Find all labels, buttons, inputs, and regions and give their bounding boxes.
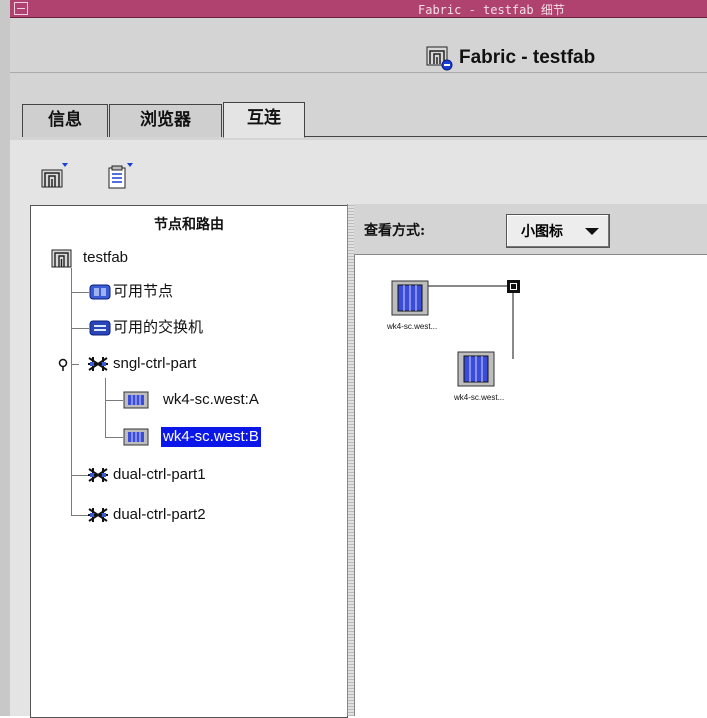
tree-item-sngl-ctrl-part[interactable]: sngl-ctrl-part: [57, 352, 307, 376]
title-bar[interactable]: Fabric - testfab 细节: [10, 0, 707, 18]
window-menu-icon[interactable]: [14, 2, 28, 15]
graph-switch[interactable]: [507, 280, 520, 293]
node-icon: [457, 351, 495, 387]
graph-node-wk4-sc-west-a[interactable]: wk4-sc.west...: [387, 280, 461, 335]
tree-line: [71, 328, 89, 329]
tree-item-label: sngl-ctrl-part: [113, 355, 197, 372]
tree-item-label: dual-ctrl-part2: [113, 506, 206, 523]
tree-panel[interactable]: 节点和路由 testfab 可用节点 可用的交换机 sngl-ctrl-part…: [30, 205, 348, 718]
tree-item-label: 可用的交换机: [113, 319, 204, 336]
node-pool-icon: [89, 284, 111, 300]
partition-icon: [88, 357, 108, 371]
tree-line: [71, 268, 72, 516]
view-bar: 查看方式: 小图标: [354, 204, 707, 255]
fabric-menu-icon[interactable]: [40, 160, 70, 190]
partition-icon: [88, 468, 108, 482]
header-divider: [10, 72, 707, 73]
tree-item-label: wk4-sc.west:B: [161, 427, 261, 447]
chevron-down-icon: [585, 228, 599, 235]
fabric-detail-window: Fabric - testfab 细节 Fabric - testfab 信息 …: [0, 0, 707, 718]
tree-item-available-switches[interactable]: 可用的交换机: [89, 316, 289, 340]
tree-item-label: 可用节点: [113, 283, 174, 300]
graph-node-wk4-sc-west-b[interactable]: wk4-sc.west...: [454, 351, 537, 406]
tree-header: 节点和路由: [154, 217, 224, 233]
tab-strip: 信息 浏览器 互连: [10, 80, 707, 140]
fabric-icon: [51, 249, 72, 268]
tab-browser[interactable]: 浏览器: [109, 104, 222, 137]
tab-info[interactable]: 信息: [22, 104, 108, 137]
graph-node-label: wk4-sc.west...: [387, 322, 438, 331]
content-area: 节点和路由 testfab 可用节点 可用的交换机 sngl-ctrl-part…: [10, 140, 707, 718]
tree-item-label: dual-ctrl-part1: [113, 466, 206, 483]
tree-item-dual-ctrl-part2[interactable]: dual-ctrl-part2: [87, 503, 307, 527]
view-label: 查看方式:: [364, 223, 426, 239]
tree-item-label: wk4-sc.west:A: [163, 391, 259, 408]
tree-line: [105, 378, 106, 438]
document-menu-icon[interactable]: [105, 160, 135, 190]
graph-panel: 查看方式: 小图标 wk4-sc.west... wk4-sc.west...: [354, 204, 707, 716]
tree-root-label: testfab: [83, 249, 129, 266]
topology-graph[interactable]: wk4-sc.west... wk4-sc.west...: [354, 255, 707, 716]
tree-root-testfab[interactable]: testfab: [51, 246, 251, 270]
node-icon: [391, 280, 429, 316]
partition-icon: [88, 508, 108, 522]
tree-line: [71, 292, 89, 293]
tree-line: [105, 437, 123, 438]
view-mode-select[interactable]: 小图标: [506, 214, 610, 248]
tab-interconnect[interactable]: 互连: [223, 102, 305, 138]
header: Fabric - testfab: [10, 18, 707, 81]
view-mode-value: 小图标: [521, 224, 563, 240]
tree-item-wk4-sc-west-a[interactable]: wk4-sc.west:A: [123, 388, 323, 412]
node-icon: [123, 428, 149, 446]
node-icon: [123, 391, 149, 409]
expand-handle-icon[interactable]: [57, 358, 69, 372]
tab-baseline: [305, 136, 707, 137]
tree-line: [105, 400, 123, 401]
switch-pool-icon: [89, 320, 111, 336]
page-title: Fabric - testfab: [459, 47, 596, 68]
tree-item-wk4-sc-west-b[interactable]: wk4-sc.west:B: [123, 425, 323, 449]
tree-item-available-nodes[interactable]: 可用节点: [89, 280, 289, 304]
graph-node-label: wk4-sc.west...: [454, 393, 505, 402]
window-title: Fabric - testfab 细节: [418, 3, 565, 17]
tree-item-dual-ctrl-part1[interactable]: dual-ctrl-part1: [87, 463, 307, 487]
fabric-icon: [426, 46, 453, 71]
